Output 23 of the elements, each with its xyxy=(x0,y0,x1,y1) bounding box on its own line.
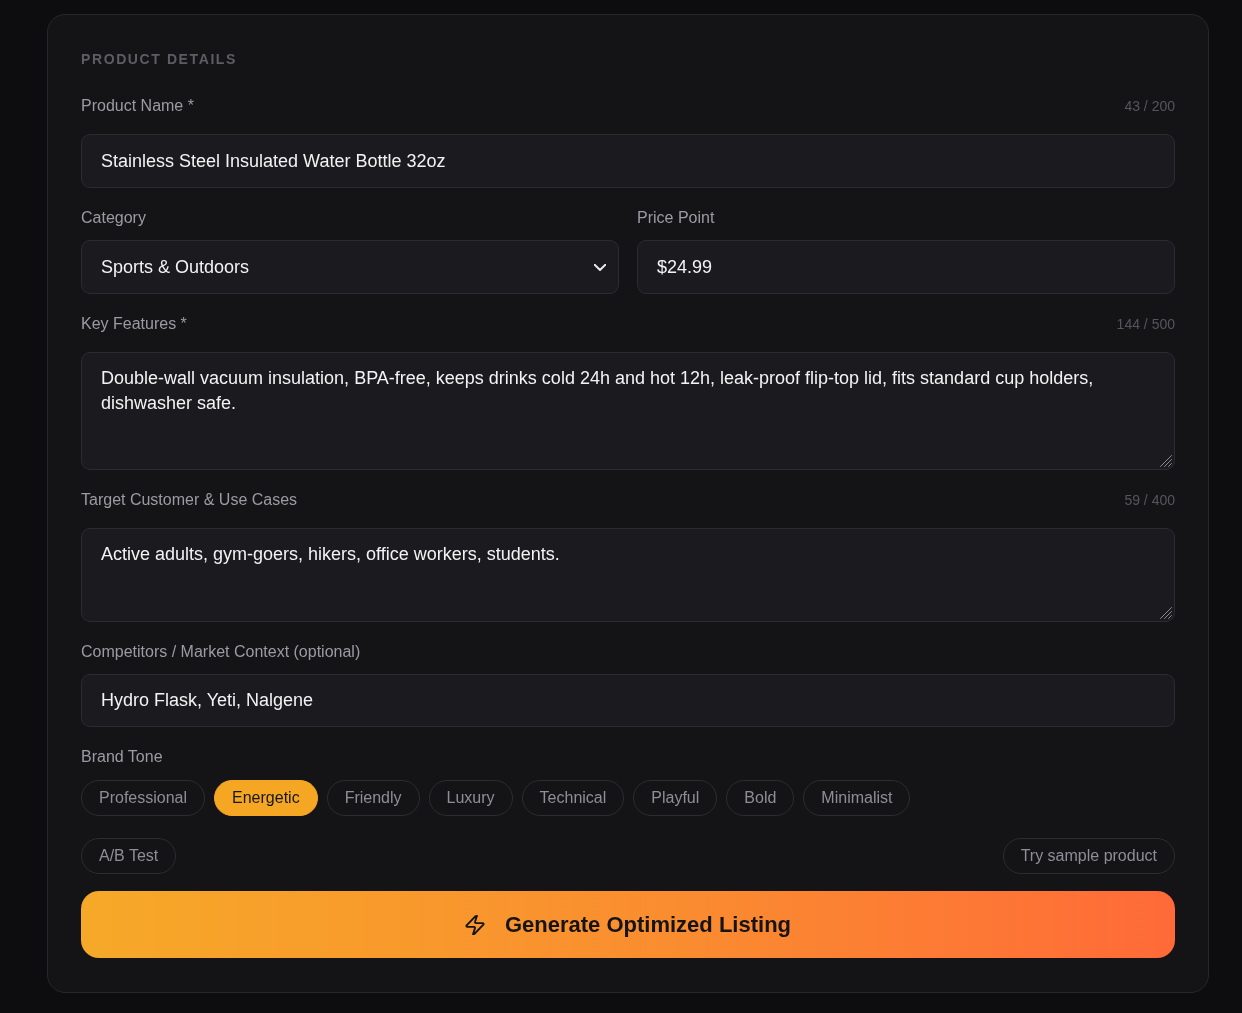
field-label: Competitors / Market Context (optional) xyxy=(81,642,361,662)
character-counter: 59 / 400 xyxy=(1124,491,1175,510)
key-features-textarea[interactable]: Double-wall vacuum insulation, BPA-free, keeps drinks cold 24h and hot 12h, leak-proof flip-top lid, fits standard cup holders, dishwasher safe. xyxy=(81,352,1175,470)
character-counter: 144 / 500 xyxy=(1116,315,1175,334)
field-label: Price Point xyxy=(637,208,715,228)
resize-handle-icon[interactable] xyxy=(1160,455,1172,467)
competitors-input[interactable]: Hydro Flask, Yeti, Nalgene xyxy=(81,674,1175,727)
lightning-icon xyxy=(464,914,485,935)
field-label: Brand Tone xyxy=(81,747,163,767)
field-label: Key Features * xyxy=(81,314,187,334)
price-input[interactable]: $24.99 xyxy=(637,240,1175,294)
resize-handle-icon[interactable] xyxy=(1160,607,1172,619)
chevron-down-icon xyxy=(594,263,606,271)
tone-chip[interactable]: Energetic xyxy=(214,780,318,816)
target-customer-textarea[interactable]: Active adults, gym-goers, hikers, office workers, students. xyxy=(81,528,1175,622)
field-label: Product Name * xyxy=(81,96,194,116)
section-heading: PRODUCT DETAILS xyxy=(81,50,238,68)
category-dropdown[interactable]: Sports & Outdoors xyxy=(81,240,619,294)
generate-button[interactable]: Generate Optimized Listing xyxy=(81,891,1175,958)
character-counter: 43 / 200 xyxy=(1124,97,1175,116)
field-label: Target Customer & Use Cases xyxy=(81,490,298,510)
field-label: Category xyxy=(81,208,146,228)
product-name-input[interactable]: Stainless Steel Insulated Water Bottle 32oz xyxy=(81,134,1175,188)
